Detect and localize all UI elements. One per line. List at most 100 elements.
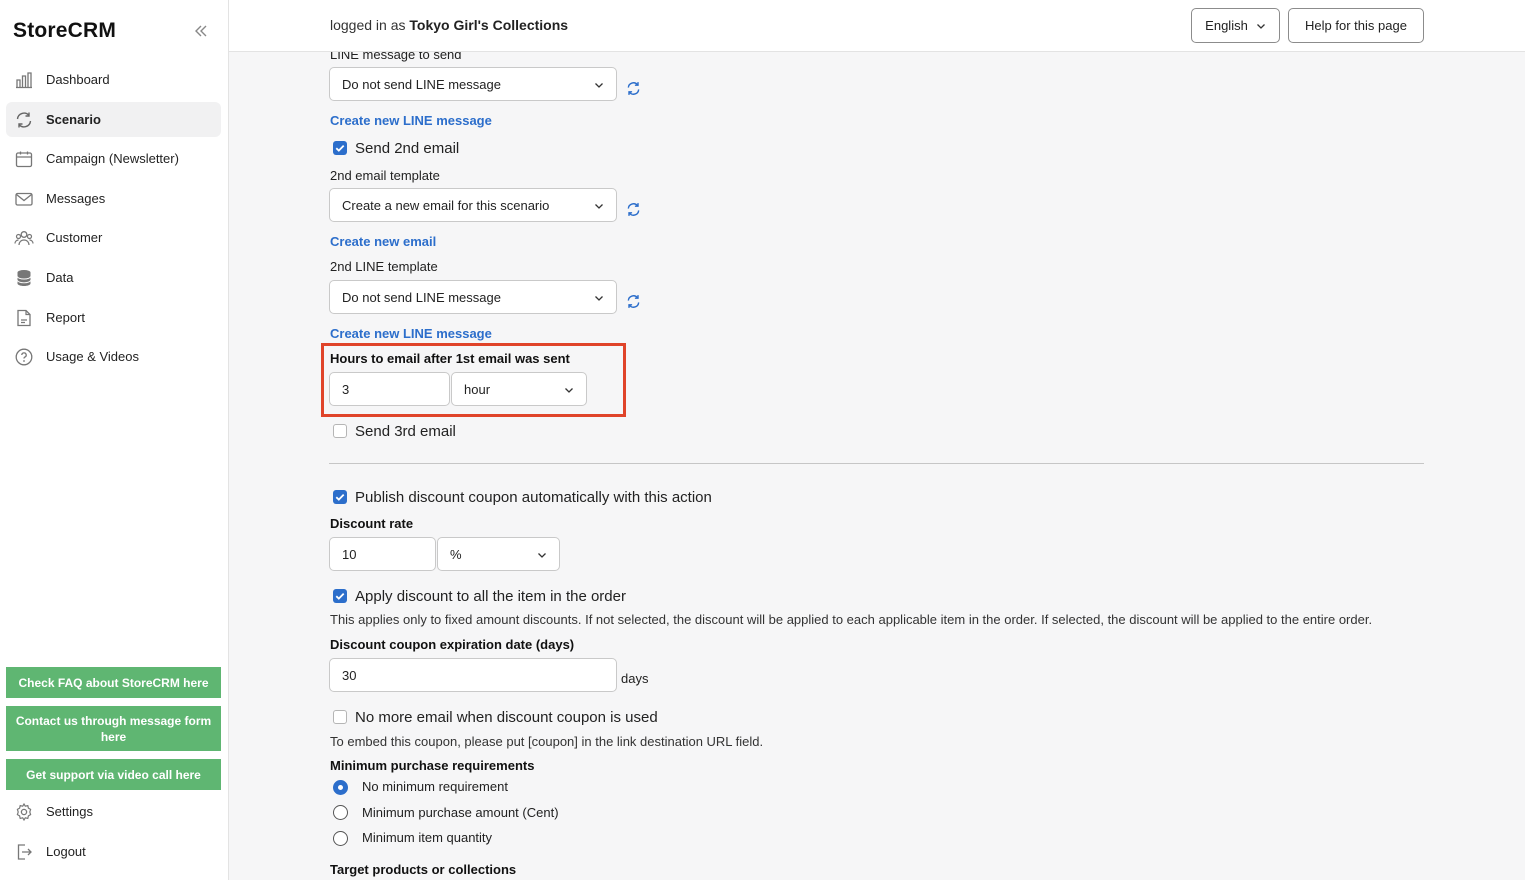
create-line-message-link-2[interactable]: Create new LINE message bbox=[330, 326, 492, 341]
second-email-template-select[interactable]: Create a new email for this scenario bbox=[329, 188, 617, 222]
sidebar-item-label: Usage & Videos bbox=[46, 349, 139, 364]
refresh-icon[interactable] bbox=[626, 81, 641, 96]
calendar-icon bbox=[15, 151, 33, 167]
database-icon bbox=[17, 269, 31, 286]
second-line-template-select[interactable]: Do not send LINE message bbox=[329, 280, 617, 314]
sidebar-item-label: Dashboard bbox=[46, 72, 110, 87]
mail-icon bbox=[15, 192, 33, 206]
publish-coupon-label: Publish discount coupon automatically wi… bbox=[355, 489, 712, 506]
faq-button[interactable]: Check FAQ about StoreCRM here bbox=[6, 667, 221, 698]
sidebar-item-customer[interactable]: Customer bbox=[6, 220, 221, 255]
radio-label: No minimum requirement bbox=[362, 779, 508, 794]
discount-rate-unit-value: % bbox=[450, 546, 462, 562]
help-page-button[interactable]: Help for this page bbox=[1288, 8, 1424, 43]
sidebar-item-report[interactable]: Report bbox=[6, 300, 221, 335]
language-label: English bbox=[1205, 18, 1248, 33]
checkmark-icon bbox=[335, 592, 345, 600]
sidebar-item-campaign[interactable]: Campaign (Newsletter) bbox=[6, 141, 221, 176]
refresh-icon[interactable] bbox=[626, 294, 641, 309]
login-status: logged in as Tokyo Girl's Collections bbox=[330, 17, 568, 33]
second-line-template-label: 2nd LINE template bbox=[330, 259, 438, 274]
radio-min-amount[interactable] bbox=[333, 805, 348, 820]
scenario-form: LINE message to send Do not send LINE me… bbox=[229, 52, 1525, 880]
expiration-input[interactable]: 30 bbox=[329, 658, 617, 692]
checkmark-icon bbox=[335, 493, 345, 501]
line-message-label: LINE message to send bbox=[330, 52, 462, 62]
refresh-icon[interactable] bbox=[626, 202, 641, 217]
sidebar-item-settings[interactable]: Settings bbox=[6, 794, 221, 829]
second-email-template-value: Create a new email for this scenario bbox=[342, 197, 550, 213]
checkmark-icon bbox=[335, 144, 345, 152]
chevron-down-icon bbox=[1256, 23, 1265, 29]
collapse-sidebar-icon[interactable] bbox=[192, 22, 210, 40]
sidebar-item-label: Settings bbox=[46, 804, 93, 819]
chevron-down-icon bbox=[595, 83, 603, 88]
sidebar-item-usage-videos[interactable]: Usage & Videos bbox=[6, 339, 221, 374]
chevron-down-icon bbox=[595, 296, 603, 301]
line-message-select[interactable]: Do not send LINE message bbox=[329, 67, 617, 101]
embed-coupon-help: To embed this coupon, please put [coupon… bbox=[330, 734, 764, 749]
language-select[interactable]: English bbox=[1191, 8, 1280, 43]
discount-rate-input[interactable]: 10 bbox=[329, 537, 436, 571]
sidebar-item-data[interactable]: Data bbox=[6, 260, 221, 295]
hours-input[interactable]: 3 bbox=[329, 372, 450, 406]
line-message-value: Do not send LINE message bbox=[342, 76, 501, 92]
min-purchase-label: Minimum purchase requirements bbox=[330, 758, 535, 773]
expiration-label: Discount coupon expiration date (days) bbox=[330, 637, 575, 652]
sidebar: StoreCRM Dashboard Scenario Campaign (Ne… bbox=[0, 0, 229, 880]
discount-rate-label: Discount rate bbox=[330, 516, 414, 531]
publish-coupon-checkbox[interactable] bbox=[333, 490, 347, 504]
app-logo: StoreCRM bbox=[13, 19, 117, 42]
send-3rd-email-label: Send 3rd email bbox=[355, 423, 456, 440]
chart-bar-icon bbox=[16, 71, 32, 88]
refresh-cycle-icon bbox=[16, 111, 32, 128]
create-email-link[interactable]: Create new email bbox=[330, 234, 436, 249]
sidebar-item-label: Customer bbox=[46, 230, 103, 245]
hours-unit-value: hour bbox=[464, 381, 491, 397]
send-2nd-email-checkbox[interactable] bbox=[333, 141, 347, 155]
gear-icon bbox=[16, 802, 32, 821]
people-icon bbox=[14, 230, 34, 245]
no-more-email-label: No more email when discount coupon is us… bbox=[355, 709, 658, 726]
send-3rd-email-checkbox[interactable] bbox=[333, 424, 347, 438]
sidebar-item-label: Scenario bbox=[46, 112, 101, 127]
hours-unit-select[interactable]: hour bbox=[451, 372, 587, 406]
sidebar-item-label: Logout bbox=[46, 844, 86, 859]
chevron-down-icon bbox=[538, 553, 546, 558]
apply-all-label: Apply discount to all the item in the or… bbox=[355, 588, 626, 605]
sidebar-item-label: Data bbox=[46, 270, 74, 285]
radio-no-minimum[interactable] bbox=[333, 780, 348, 795]
top-bar: logged in as Tokyo Girl's Collections En… bbox=[229, 0, 1525, 52]
no-more-email-checkbox[interactable] bbox=[333, 710, 347, 724]
section-divider bbox=[329, 463, 1424, 464]
expiration-unit: days bbox=[621, 671, 649, 686]
logout-icon bbox=[17, 843, 32, 860]
sidebar-item-logout[interactable]: Logout bbox=[6, 834, 221, 869]
target-products-label: Target products or collections bbox=[330, 862, 517, 877]
logged-in-prefix: logged in as bbox=[330, 17, 406, 33]
create-line-message-link[interactable]: Create new LINE message bbox=[330, 113, 492, 128]
radio-label: Minimum purchase amount (Cent) bbox=[362, 805, 559, 820]
question-circle-icon bbox=[15, 348, 33, 365]
discount-rate-unit-select[interactable]: % bbox=[437, 537, 560, 571]
radio-min-quantity[interactable] bbox=[333, 831, 348, 846]
chevron-down-icon bbox=[565, 388, 573, 393]
contact-form-button[interactable]: Contact us through message form here bbox=[6, 706, 221, 751]
chevron-down-icon bbox=[595, 204, 603, 209]
video-call-support-button[interactable]: Get support via video call here bbox=[6, 759, 221, 790]
sidebar-item-messages[interactable]: Messages bbox=[6, 181, 221, 216]
sidebar-item-dashboard[interactable]: Dashboard bbox=[6, 62, 221, 97]
document-icon bbox=[17, 309, 31, 326]
sidebar-item-label: Campaign (Newsletter) bbox=[46, 151, 179, 166]
second-email-template-label: 2nd email template bbox=[330, 168, 440, 183]
second-line-template-value: Do not send LINE message bbox=[342, 289, 501, 305]
sidebar-item-scenario[interactable]: Scenario bbox=[6, 102, 221, 137]
store-name: Tokyo Girl's Collections bbox=[409, 17, 569, 33]
hours-label: Hours to email after 1st email was sent bbox=[330, 351, 570, 366]
sidebar-item-label: Report bbox=[46, 310, 86, 325]
send-2nd-email-label: Send 2nd email bbox=[355, 140, 460, 157]
apply-all-checkbox[interactable] bbox=[333, 589, 347, 603]
radio-label: Minimum item quantity bbox=[362, 830, 493, 845]
sidebar-item-label: Messages bbox=[46, 191, 106, 206]
apply-all-help: This applies only to fixed amount discou… bbox=[330, 612, 1373, 627]
